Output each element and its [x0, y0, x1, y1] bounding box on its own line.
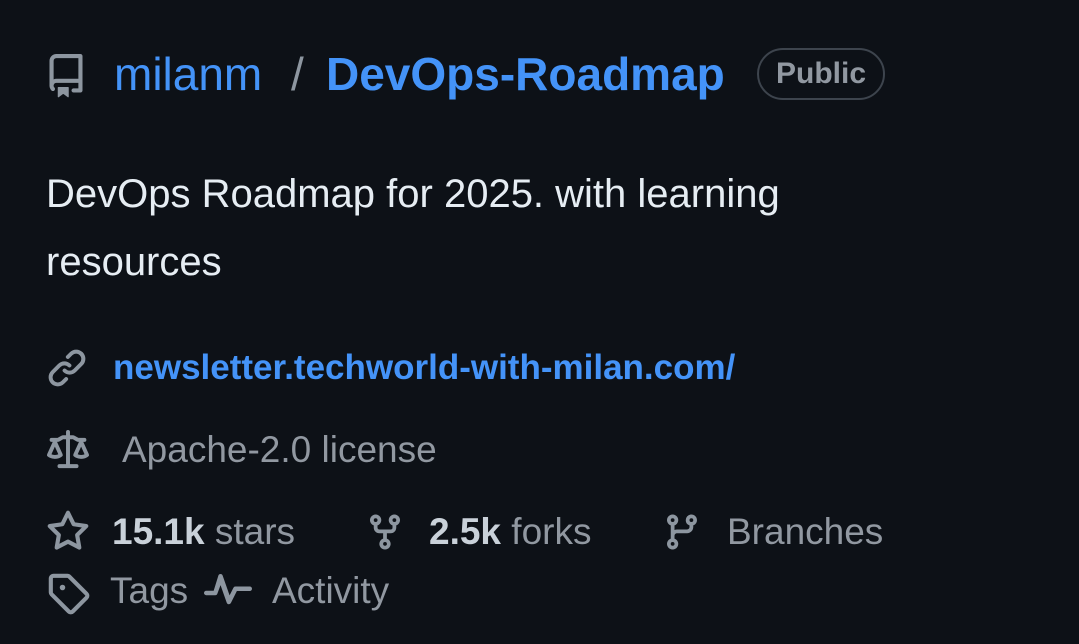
- stars-count: 15.1k: [112, 511, 205, 552]
- license-text[interactable]: Apache-2.0 license: [122, 426, 437, 474]
- repo-description: DevOps Roadmap for 2025. with learning r…: [46, 172, 780, 284]
- website-link[interactable]: newsletter.techworld-with-milan.com/: [113, 344, 735, 392]
- law-icon: [46, 430, 90, 472]
- tag-icon: [46, 571, 90, 615]
- repository-summary: milanm / DevOps-Roadmap Public DevOps Ro…: [0, 0, 1079, 644]
- repo-name-link[interactable]: DevOps-Roadmap: [326, 44, 725, 104]
- link-icon: [46, 347, 88, 389]
- repo-icon: [44, 52, 88, 100]
- forks-link[interactable]: 2.5k forks: [429, 508, 591, 556]
- git-branch-icon: [662, 510, 702, 554]
- repo-forked-icon: [365, 510, 405, 554]
- stars-label: stars: [214, 511, 296, 552]
- forks-label: forks: [511, 511, 592, 552]
- pulse-icon: [204, 574, 252, 610]
- tags-link[interactable]: Tags: [110, 567, 188, 615]
- star-icon: [46, 510, 90, 554]
- branches-link[interactable]: Branches: [727, 508, 883, 556]
- activity-link[interactable]: Activity: [272, 567, 389, 615]
- stars-link[interactable]: 15.1k stars: [112, 508, 295, 556]
- repo-path-separator: /: [291, 48, 304, 100]
- repo-owner-link[interactable]: milanm: [114, 44, 262, 104]
- repo-header: milanm / DevOps-Roadmap Public: [0, 0, 1079, 150]
- visibility-badge: Public: [757, 48, 885, 100]
- forks-count: 2.5k: [429, 511, 502, 552]
